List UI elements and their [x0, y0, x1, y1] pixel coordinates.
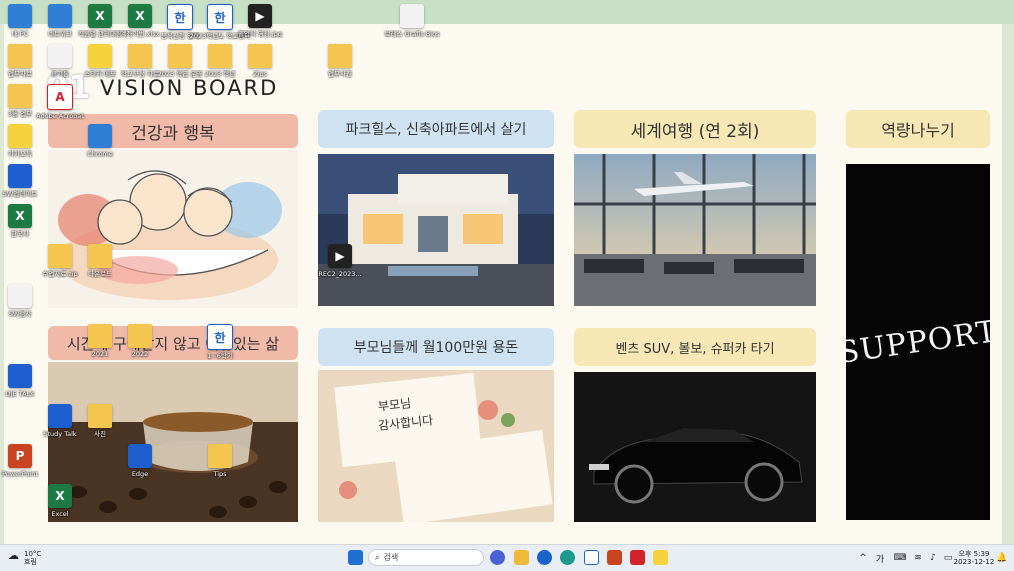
desktop-icon-label: 졸업식 영상.jpg: [237, 30, 283, 38]
search-icon: ⌕: [375, 552, 380, 562]
folder-icon: [128, 324, 152, 348]
label-health-text: 건강과 행복: [131, 123, 215, 144]
label-share-text: 역량나누기: [881, 121, 955, 140]
chevron-up-icon[interactable]: ^: [858, 549, 868, 567]
desktop-icon-label: SW업데이트: [2, 190, 38, 198]
desktop-icon[interactable]: ▶ REC2_2023...: [308, 244, 372, 300]
desktop-icon-label: SW검사: [8, 310, 32, 318]
video-icon: ▶: [328, 244, 352, 268]
card-text-1: 부모님: [377, 396, 412, 414]
kakaotalk-icon: [8, 124, 32, 148]
desktop-icon[interactable]: Chrome: [68, 124, 132, 180]
study-icon: [48, 404, 72, 428]
desktop-icon[interactable]: Tips: [188, 444, 252, 500]
chat-icon[interactable]: [490, 550, 505, 565]
sports-car-photo: [574, 372, 816, 522]
clock-date: 2023-12-12: [953, 558, 995, 566]
support-photo: SUPPORT: [846, 164, 990, 520]
desktop-icon-label: Zips: [253, 70, 267, 78]
file-explorer-icon[interactable]: [514, 550, 529, 565]
desktop-icon-label: 2022: [131, 350, 149, 358]
volume-icon[interactable]: ♪: [927, 549, 939, 567]
ime-indicator[interactable]: 가: [874, 549, 886, 567]
weather-desc: 흐림: [24, 558, 37, 566]
desktop-icon[interactable]: 업무사진: [308, 44, 372, 100]
label-parents: 부모님들께 월100만원 용돈: [318, 328, 554, 366]
label-share: 역량나누기: [846, 110, 990, 148]
shield-icon: [8, 164, 32, 188]
desktop-icon-label: Adobe Acrobat: [36, 112, 84, 120]
folder-icon: [328, 44, 352, 68]
search-app-icon[interactable]: [537, 550, 552, 565]
desktop-icon-label: DJE TALK: [5, 390, 35, 398]
clock-time: 오후 5:39: [958, 550, 990, 558]
clock[interactable]: 오후 5:39 2023-12-12: [952, 549, 996, 567]
wifi-icon[interactable]: ≋: [912, 549, 924, 567]
taskbar: ☁ 10°C 흐림 ⌕ 검색 ^ 가 ⌨ ≋ ♪ ▭ 오후 5:39 2023-…: [0, 544, 1014, 571]
pdf-icon[interactable]: [630, 550, 645, 565]
desktop-icon[interactable]: SW검사: [0, 284, 52, 340]
search-placeholder: 검색: [383, 553, 399, 562]
excel-icon: X: [8, 204, 32, 228]
desktop-icon-label: 한국사: [11, 230, 29, 238]
desktop-icon-label: Excel: [51, 510, 69, 518]
label-travel: 세계여행 (연 2회): [574, 110, 816, 148]
desktop-icon-label: PowerPoint: [2, 470, 38, 478]
chrome-icon: [88, 124, 112, 148]
start-icon[interactable]: [348, 550, 363, 565]
desktop-icon[interactable]: 브레스 Grafis Bios: [380, 4, 444, 60]
desktop-icon-label: REC2_2023...: [318, 270, 362, 278]
keyboard-icon[interactable]: ⌨: [894, 549, 907, 567]
folder-icon: [248, 44, 272, 68]
cloud-icon: ☁: [8, 549, 19, 562]
desktop-icon-label: Tips: [213, 470, 227, 478]
powerpoint-icon[interactable]: [607, 550, 622, 565]
folder-icon: [88, 244, 112, 268]
desktop-icon-label: 다운로드: [88, 270, 112, 278]
pdf-icon: A: [47, 84, 73, 110]
hwp-icon: 한: [207, 324, 233, 350]
label-house-text: 파크힐스, 신축아파트에서 살기: [345, 122, 527, 138]
label-car-text: 벤츠 SUV, 볼보, 슈퍼카 타기: [615, 341, 775, 357]
image-icon: ▶: [248, 4, 272, 28]
notification-icon[interactable]: 🔔: [996, 549, 1008, 567]
airport-photo: [574, 154, 816, 306]
hwp-icon[interactable]: [584, 550, 599, 565]
desktop-icon-label: 1~6학기: [207, 352, 233, 360]
weather-widget[interactable]: ☁ 10°C 흐림: [8, 549, 48, 567]
search-input[interactable]: ⌕ 검색: [368, 549, 484, 566]
support-text: SUPPORT: [846, 313, 990, 371]
scan-icon: [8, 284, 32, 308]
thank-you-cards-photo: 부모님 감사합니다: [318, 370, 554, 522]
desktop-icon-label: Study Talk: [43, 430, 77, 438]
label-travel-text: 세계여행 (연 2회): [630, 121, 760, 142]
edge-icon[interactable]: [560, 550, 575, 565]
desktop-icon-label: 업무사진: [328, 70, 352, 78]
desktop-icon[interactable]: Zips: [228, 44, 292, 100]
desktop-icon-label: 카카오톡: [8, 150, 32, 158]
folder-icon: [208, 444, 232, 468]
desktop-icon[interactable]: 2022: [108, 324, 172, 380]
dje-talk-icon: [8, 364, 32, 388]
desktop-icon[interactable]: 한 1~6학기: [188, 324, 252, 380]
label-parents-text: 부모님들께 월100만원 용돈: [353, 340, 519, 356]
desktop-icon[interactable]: Study Talk: [28, 404, 92, 460]
video-icon: [400, 4, 424, 28]
kakaotalk-icon[interactable]: [653, 550, 668, 565]
label-house: 파크힐스, 신축아파트에서 살기: [318, 110, 554, 148]
desktop-icon[interactable]: 다운로드: [68, 244, 132, 300]
desktop-icon-label: Edge: [131, 470, 149, 478]
label-car: 벤츠 SUV, 볼보, 슈퍼카 타기: [574, 328, 816, 366]
weather-temp: 10°C: [24, 550, 42, 558]
desktop-icon-label: Chrome: [87, 150, 113, 158]
desktop-icon-label: 브레스 Grafis Bios: [384, 30, 440, 38]
